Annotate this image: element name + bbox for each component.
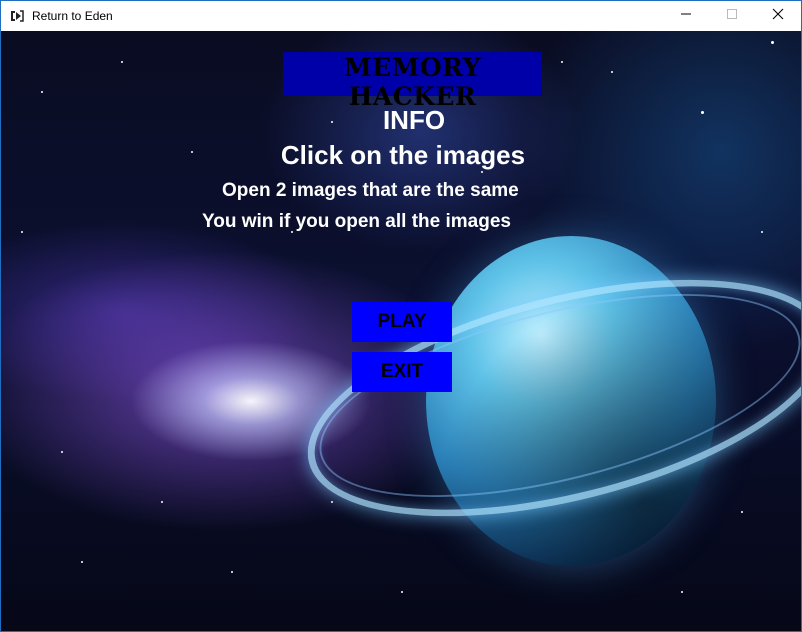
info-subtitle: Click on the images — [280, 140, 526, 170]
app-logo-icon[interactable] — [9, 8, 25, 24]
rule-line-2: You win if you open all the images — [202, 211, 511, 232]
exit-button[interactable]: EXIT — [352, 352, 452, 392]
title-bar[interactable]: Return to Eden — [1, 1, 801, 31]
info-heading: INFO — [382, 105, 446, 135]
close-icon — [772, 7, 784, 25]
minimize-button[interactable] — [663, 1, 709, 31]
game-logo: MEMORY HACKER — [343, 53, 482, 111]
game-window: Return to Eden MEMORY HACKER INFO Click … — [0, 0, 802, 632]
close-button[interactable] — [755, 1, 801, 31]
play-button[interactable]: PLAY — [352, 302, 452, 342]
maximize-icon — [726, 7, 738, 25]
minimize-icon — [680, 7, 692, 25]
rule-line-1: Open 2 images that are the same — [222, 180, 519, 201]
game-canvas: MEMORY HACKER INFO Click on the images O… — [1, 31, 801, 631]
maximize-button[interactable] — [709, 1, 755, 31]
window-title: Return to Eden — [32, 9, 113, 23]
